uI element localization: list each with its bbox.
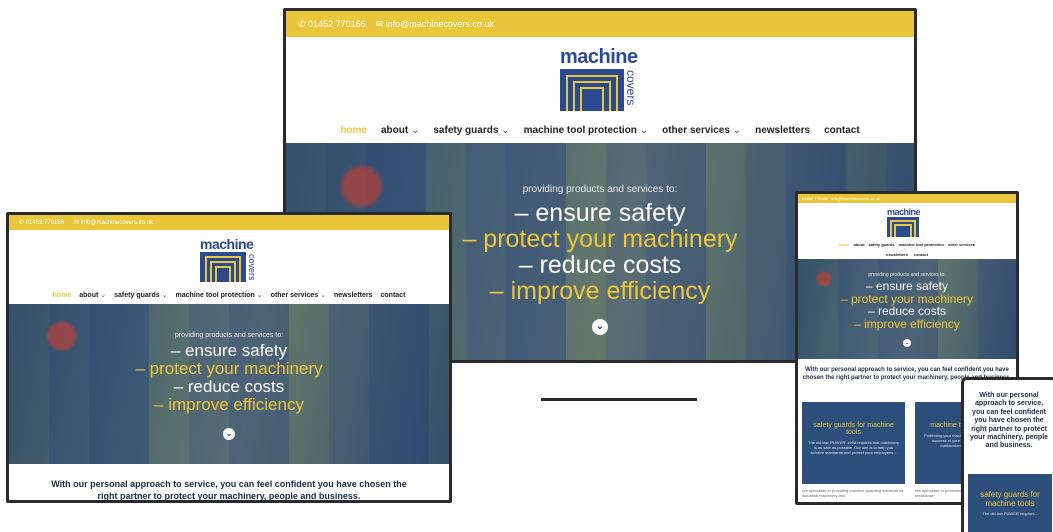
nav-newsletters[interactable]: newsletters	[755, 125, 810, 136]
responsive-mockup: ✆ 01452 770166 ✉ info@machinecovers.co.u…	[0, 0, 1053, 532]
hero-line-4: – improve efficiency	[154, 394, 304, 414]
chevron-down-icon[interactable]: ⌄	[592, 318, 608, 335]
nav-contact[interactable]: contact	[914, 252, 928, 257]
card-title: safety guards for machine tools	[813, 422, 894, 436]
phone-link[interactable]: ✆ 01452 770166	[19, 219, 64, 226]
phone-link[interactable]: 01452 770166	[802, 196, 828, 201]
logo-wordmark: machine	[560, 46, 638, 68]
nav-home[interactable]: home	[53, 292, 72, 299]
hero-line-1: – ensure safety	[865, 279, 949, 294]
logo-vertical-text: covers	[247, 254, 257, 281]
card-body: The old law PUWER requires...	[982, 511, 1038, 516]
nav-newsletters[interactable]: newsletters	[886, 252, 908, 257]
nav-about[interactable]: about ⌄	[79, 291, 106, 299]
intro-text: With our personal approach to service, y…	[9, 464, 449, 500]
nav-home[interactable]: home	[340, 125, 367, 136]
nav-about[interactable]: about	[854, 242, 865, 247]
nav-about[interactable]: about ⌄	[381, 125, 419, 136]
intro-text: With our personal approach to service, y…	[964, 380, 1053, 451]
card-safety-guards[interactable]: safety guards for machine tools The old …	[968, 474, 1052, 532]
main-nav: home about ⌄ safety guards ⌄ machine too…	[286, 117, 914, 143]
laptop-screen: ✆ 01452 770166 ✉ info@machinecovers.co.u…	[9, 215, 449, 500]
hero-line-2: – protect your machinery	[135, 359, 323, 379]
header-logo[interactable]: machine	[798, 203, 1016, 239]
nav-machine-tool-protection[interactable]: machine tool protection	[899, 242, 944, 247]
nav-contact[interactable]: contact	[381, 292, 406, 299]
phone-link[interactable]: ✆ 01452 770166	[298, 19, 366, 30]
nav-machine-tool-protection[interactable]: machine tool protection ⌄	[176, 291, 263, 299]
nav-other-services[interactable]: other services ⌄	[271, 291, 326, 299]
hero-line-3: – reduce costs	[173, 377, 285, 397]
chevron-down-icon[interactable]: ⌄	[223, 427, 235, 440]
hero-subtitle: providing products and services to:	[174, 332, 284, 339]
logo-vertical-text: covers	[624, 70, 638, 106]
card-footnote: We specialise in providing machine guard…	[802, 488, 904, 498]
nav-safety-guards[interactable]: safety guards ⌄	[433, 125, 509, 136]
logo-mark	[560, 69, 624, 111]
logo[interactable]: machine	[887, 207, 927, 237]
email-link[interactable]: info@machinecovers.co.uk	[832, 196, 880, 201]
phone-screen: With our personal approach to service, y…	[964, 380, 1053, 532]
hero-line-1: – ensure safety	[170, 341, 288, 361]
nav-contact[interactable]: contact	[824, 125, 860, 136]
card-body: The old law 'PUWER' 1998 requires that m…	[808, 440, 899, 455]
main-nav: home about safety guards machine tool pr…	[798, 239, 1016, 249]
logo-wordmark: machine	[200, 236, 254, 252]
logo[interactable]: machine covers	[200, 236, 258, 282]
nav-newsletters[interactable]: newsletters	[334, 292, 373, 299]
monitor-stand	[541, 398, 697, 401]
contact-bar: ✆ 01452 770166 ✉ info@machinecovers.co.u…	[286, 11, 914, 37]
nav-machine-tool-protection[interactable]: machine tool protection ⌄	[524, 125, 649, 136]
phone: With our personal approach to service, y…	[961, 377, 1053, 532]
hero-banner: providing products and services to: – en…	[798, 259, 1016, 359]
nav-safety-guards[interactable]: safety guards	[869, 242, 895, 247]
main-nav-row-2: newsletters contact	[798, 249, 1016, 259]
hero-subtitle: providing products and services to:	[868, 272, 946, 278]
nav-other-services[interactable]: other services	[948, 242, 975, 247]
main-nav: home about ⌄ safety guards ⌄ machine too…	[9, 286, 449, 304]
hero-line-4: – improve efficiency	[854, 317, 960, 332]
nav-other-services[interactable]: other services ⌄	[662, 125, 741, 136]
nav-safety-guards[interactable]: safety guards ⌄	[114, 291, 167, 299]
chevron-down-icon[interactable]: ⌄	[903, 338, 911, 347]
contact-bar: 01452 770166 info@machinecovers.co.uk	[798, 194, 1016, 203]
logo[interactable]: machine covers	[560, 46, 640, 111]
email-link[interactable]: ✉ info@machinecovers.co.uk	[376, 19, 494, 30]
email-link[interactable]: ✉ info@machinecovers.co.uk	[74, 219, 153, 226]
nav-home[interactable]: home	[839, 242, 850, 247]
logo-wordmark: machine	[887, 207, 921, 217]
header-logo[interactable]: machine covers	[9, 230, 449, 286]
hero-banner: providing products and services to: – en…	[9, 304, 449, 464]
contact-bar: ✆ 01452 770166 ✉ info@machinecovers.co.u…	[9, 215, 449, 230]
logo-mark	[200, 252, 246, 282]
header-logo[interactable]: machine covers	[286, 37, 914, 117]
logo-mark	[887, 217, 919, 237]
card-safety-guards[interactable]: safety guards for machine tools The old …	[802, 402, 905, 484]
laptop: ✆ 01452 770166 ✉ info@machinecovers.co.u…	[6, 212, 452, 503]
card-title: safety guards for machine tools	[980, 490, 1040, 508]
